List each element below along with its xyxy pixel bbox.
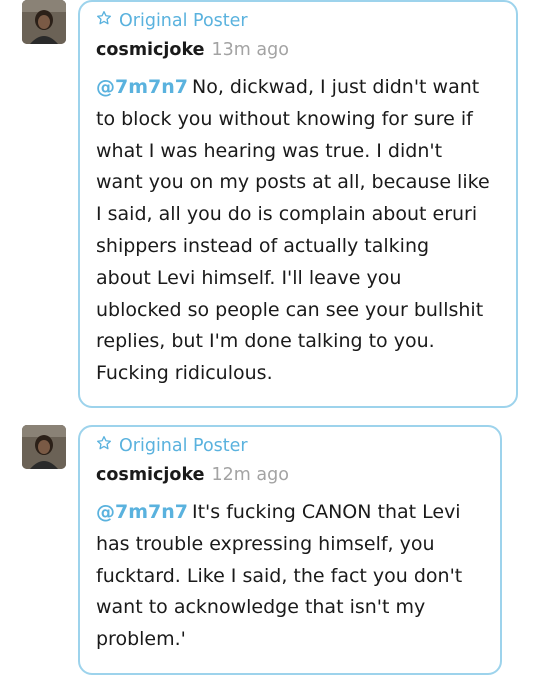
timestamp: 12m ago xyxy=(211,465,289,485)
reply-bubble: Original Poster cosmicjoke 13m ago @7m7n7… xyxy=(78,0,518,408)
reply-text: @7m7n7 No, dickwad, I just didn't want to… xyxy=(96,72,490,390)
author-name[interactable]: cosmicjoke xyxy=(96,40,204,60)
original-poster-badge: Original Poster xyxy=(96,10,248,31)
avatar[interactable] xyxy=(22,425,66,469)
timestamp: 13m ago xyxy=(211,40,289,60)
author-line: cosmicjoke 13m ago xyxy=(96,40,289,60)
star-outline-icon xyxy=(96,10,112,31)
reply-body: It's fucking CANON that Levi has trouble… xyxy=(96,501,463,651)
mention-link[interactable]: @7m7n7 xyxy=(96,501,188,523)
author-line: cosmicjoke 12m ago xyxy=(96,465,289,485)
original-poster-badge: Original Poster xyxy=(96,435,248,456)
avatar[interactable] xyxy=(22,0,66,44)
reply-text: @7m7n7 It's fucking CANON that Levi has t… xyxy=(96,497,462,656)
reply-bubble: Original Poster cosmicjoke 12m ago @7m7n7… xyxy=(78,425,502,675)
reply-item: Original Poster cosmicjoke 12m ago @7m7n7… xyxy=(0,425,540,675)
reply-item: Original Poster cosmicjoke 13m ago @7m7n7… xyxy=(0,0,540,410)
mention-link[interactable]: @7m7n7 xyxy=(96,76,188,98)
badge-label: Original Poster xyxy=(119,10,248,31)
badge-label: Original Poster xyxy=(119,435,248,456)
star-outline-icon xyxy=(96,435,112,456)
reply-body: No, dickwad, I just didn't want to block… xyxy=(96,76,490,385)
author-name[interactable]: cosmicjoke xyxy=(96,465,204,485)
